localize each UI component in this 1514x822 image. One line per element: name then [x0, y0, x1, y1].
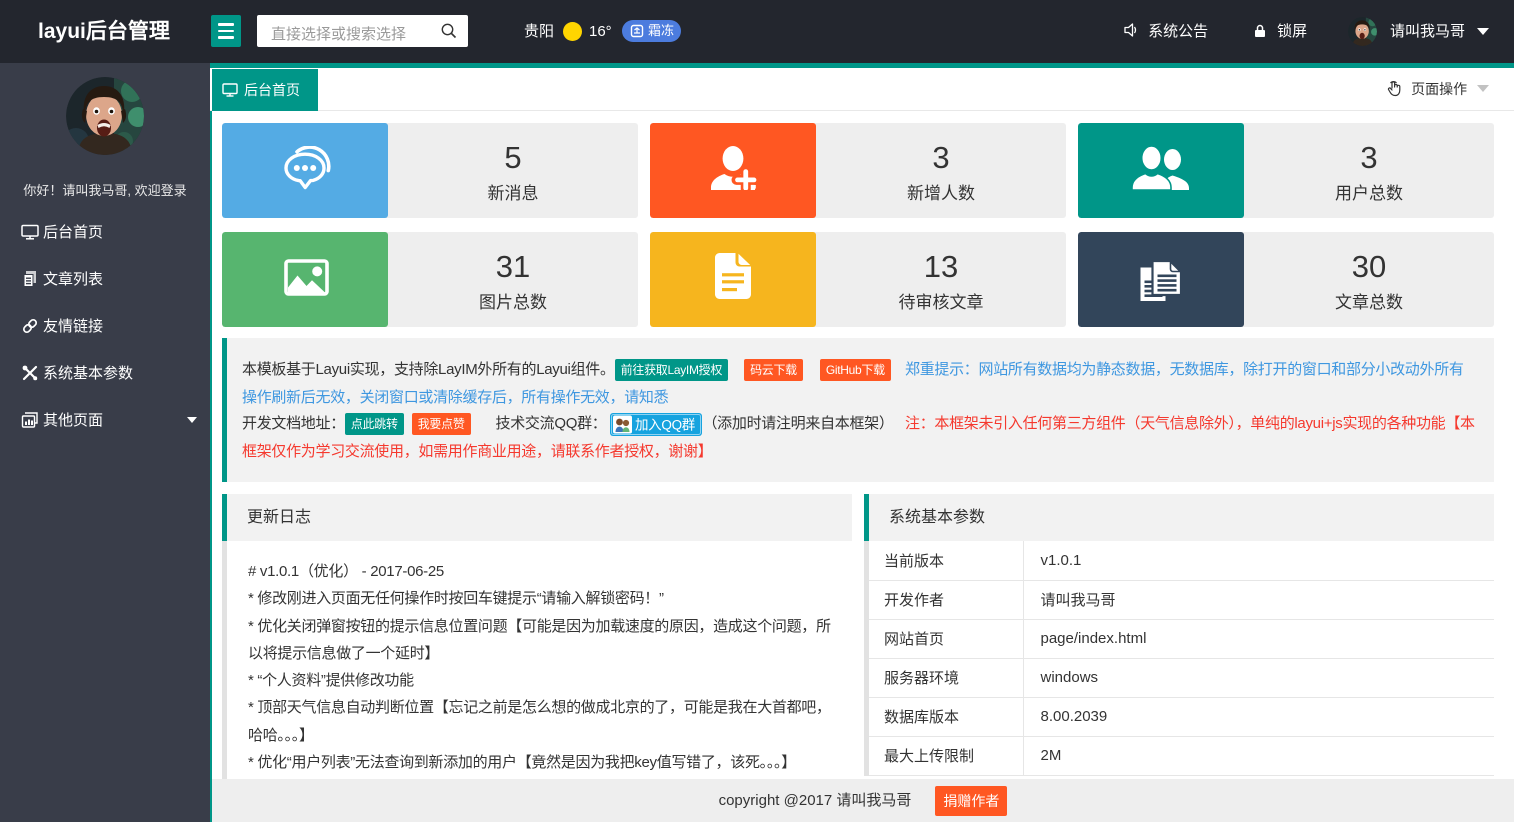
svg-text:加入QQ群: 加入QQ群 — [635, 417, 696, 432]
